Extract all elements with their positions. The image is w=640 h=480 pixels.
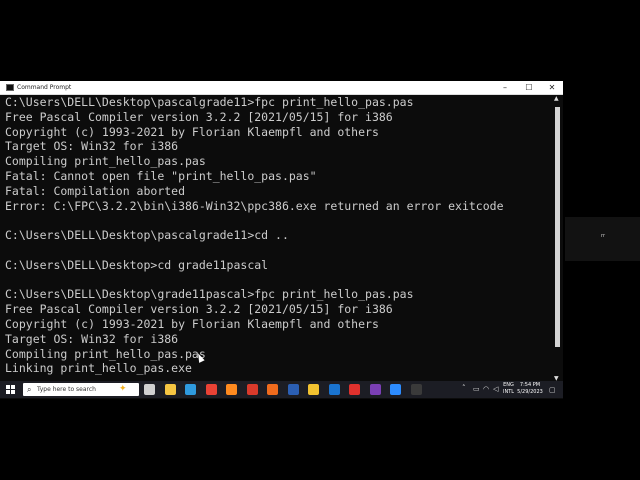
search-icon: ⌕ [27, 385, 32, 394]
firefox-icon[interactable] [226, 384, 237, 395]
vertical-scrollbar[interactable]: ▲ ▼ [553, 95, 562, 385]
outlook-icon[interactable] [328, 384, 340, 395]
console-line: Error: C:\FPC\3.2.2\bin\i386-Win32\ppc38… [5, 198, 504, 213]
task-view-icon[interactable] [144, 384, 155, 395]
console-line: Target OS: Win32 for i386 [5, 331, 179, 346]
app-purple-icon[interactable] [369, 384, 381, 395]
app-orange-icon[interactable] [267, 384, 278, 395]
console-line: Linking print_hello_pas.exe [5, 361, 192, 376]
clock[interactable]: 7:54 PM 5/29/2023 [516, 382, 544, 396]
search-placeholder: Type here to search [37, 386, 96, 393]
console-line: C:\Users\DELL\Desktop\grade11pascal>fpc … [5, 287, 414, 302]
console-line: Fatal: Cannot open file "print_hello_pas… [5, 168, 317, 183]
zoom-icon[interactable] [390, 384, 401, 395]
command-prompt-icon[interactable] [410, 384, 422, 395]
chrome-icon[interactable] [205, 384, 217, 395]
console-line: Fatal: Compilation aborted [5, 183, 186, 198]
volume-icon[interactable]: ◁ [493, 385, 498, 394]
console-line: Compiling print_hello_pas.pas [5, 154, 206, 169]
app-yellow-icon[interactable] [308, 384, 319, 395]
window-title: Command Prompt [17, 84, 72, 91]
scroll-thumb[interactable] [555, 107, 560, 347]
notification-icon[interactable]: ▢ [549, 386, 556, 394]
scroll-up-icon[interactable]: ▲ [554, 95, 559, 102]
clock-time: 7:54 PM [519, 382, 541, 388]
side-panel-text: rr [601, 233, 606, 239]
search-highlight-icon: ✦ [119, 384, 127, 394]
tray-overflow-icon[interactable]: ˄ [462, 384, 466, 392]
console-line: Free Pascal Compiler version 3.2.2 [2021… [5, 109, 393, 124]
taskbar: ⌕ Type here to search ✦ ˄ ▭ ◠ ◁ ENG INTL… [0, 381, 563, 398]
close-button[interactable]: ✕ [541, 81, 563, 94]
console-output[interactable]: C:\Users\DELL\Desktop\pascalgrade11>fpc … [5, 95, 550, 385]
side-panel: rr [565, 217, 640, 261]
console-line: C:\Users\DELL\Desktop\pascalgrade11>cd .… [5, 228, 289, 243]
word-icon[interactable] [287, 384, 299, 395]
keyboard-layout: INTL [503, 389, 515, 395]
console-line: Copyright (c) 1993-2021 by Florian Klaem… [5, 316, 379, 331]
console-line: Copyright (c) 1993-2021 by Florian Klaem… [5, 124, 379, 139]
cmd-icon [6, 84, 14, 91]
title-bar[interactable]: Command Prompt – ☐ ✕ [0, 81, 563, 95]
start-button[interactable] [6, 385, 15, 394]
edge-icon[interactable] [185, 384, 196, 395]
network-icon[interactable]: ▭ [473, 385, 480, 394]
app-red-icon[interactable] [246, 384, 258, 395]
command-prompt-window[interactable]: Command Prompt – ☐ ✕ C:\Users\DELL\Deskt… [0, 81, 563, 399]
language-code: ENG [503, 382, 514, 388]
clock-date: 5/29/2023 [517, 389, 543, 395]
console-line: Compiling print_hello_pas.pas [5, 346, 206, 361]
app-red-2-icon[interactable] [349, 384, 360, 395]
language-indicator[interactable]: ENG INTL [503, 382, 514, 396]
minimize-button[interactable]: – [494, 81, 516, 94]
console-line: Free Pascal Compiler version 3.2.2 [2021… [5, 302, 393, 317]
maximize-button[interactable]: ☐ [518, 81, 540, 94]
search-input[interactable]: ⌕ Type here to search ✦ [23, 383, 139, 396]
console-line: C:\Users\DELL\Desktop\pascalgrade11>fpc … [5, 95, 414, 109]
console-line: Target OS: Win32 for i386 [5, 139, 179, 154]
file-explorer-icon[interactable] [164, 384, 176, 395]
wifi-icon[interactable]: ◠ [483, 385, 489, 394]
console-line: C:\Users\DELL\Desktop>cd grade11pascal [5, 257, 269, 272]
